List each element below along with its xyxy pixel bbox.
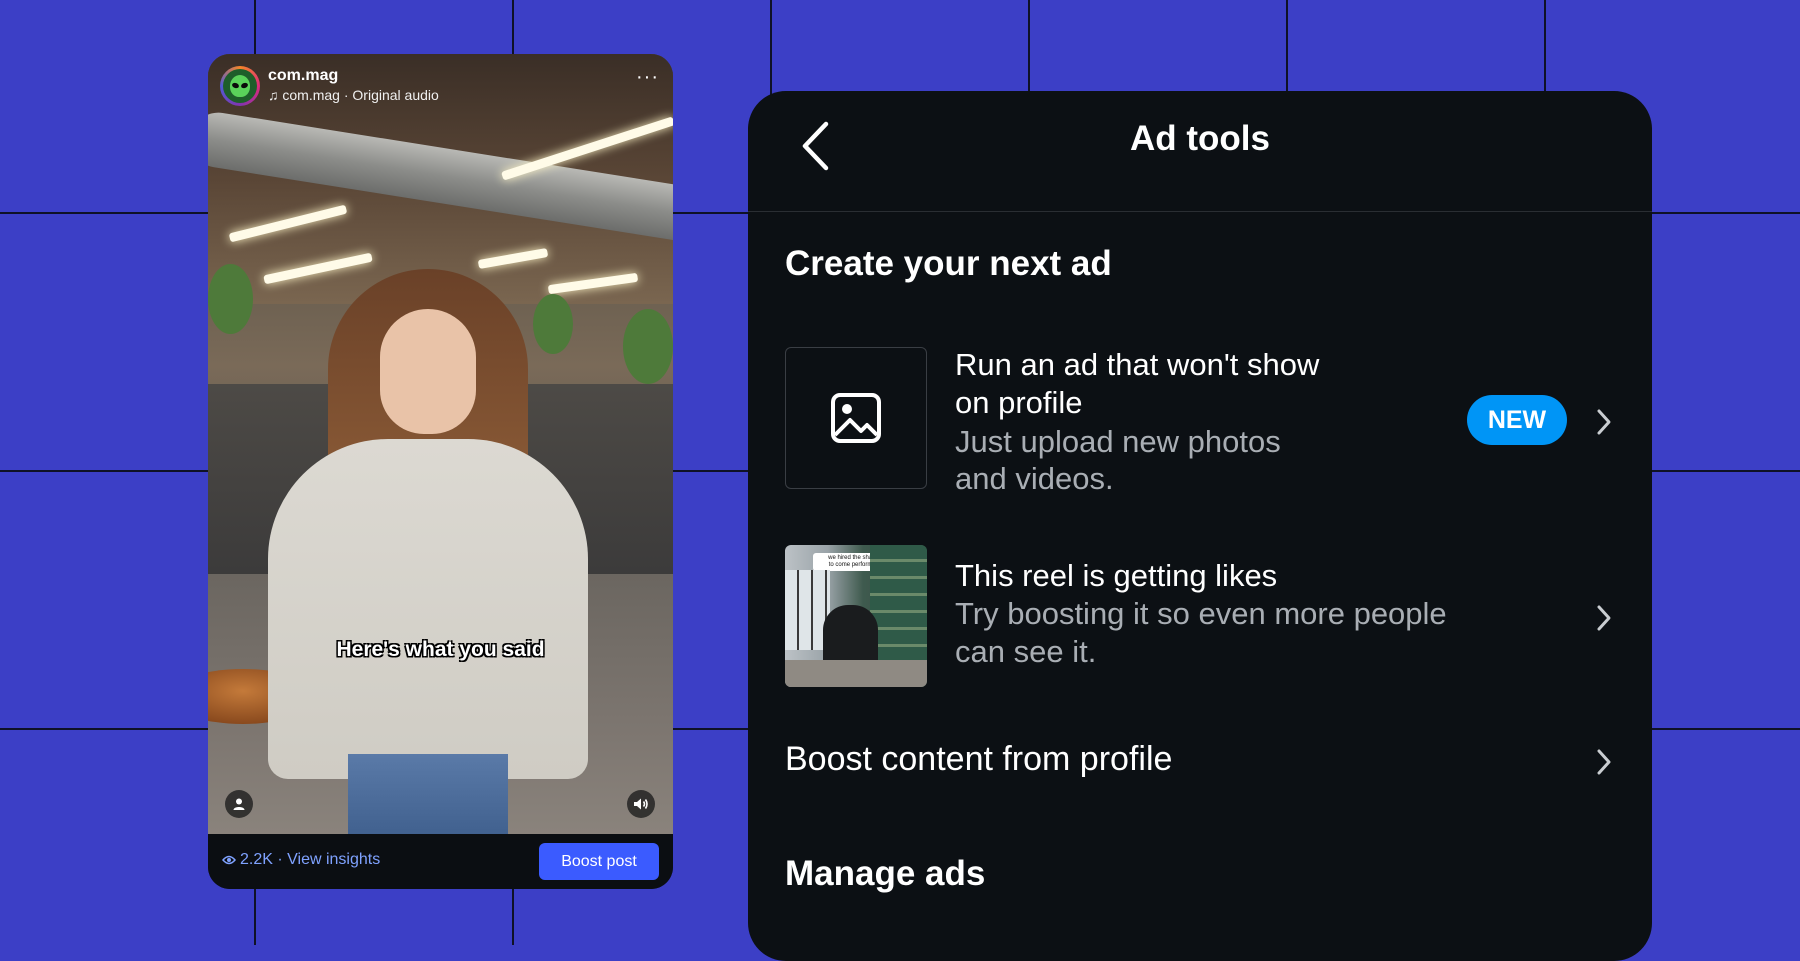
reel-footer: 2.2K · View insights Boost post: [208, 834, 673, 889]
chevron-right-icon: [1597, 409, 1611, 435]
person-icon: [233, 798, 245, 810]
more-options-icon[interactable]: ···: [636, 66, 659, 89]
chevron-right-icon: [1597, 749, 1611, 775]
reel-audio-label: com.mag · Original audio: [282, 87, 439, 103]
reel-thumbnail: we hired the shadow baddies to come perf…: [785, 545, 927, 687]
page-title: Ad tools: [1130, 119, 1270, 158]
ad-tools-header: Ad tools: [748, 91, 1652, 212]
manage-ads-heading: Manage ads: [785, 854, 986, 893]
video-person-sweater: [268, 439, 588, 779]
row-subtitle: Just upload new photos: [955, 424, 1281, 459]
views-insights-label: 2.2K · View insights: [240, 851, 381, 868]
reel-caption: Here's what you said: [336, 638, 545, 661]
row-subtitle-continued: can see it.: [955, 634, 1097, 669]
video-plant: [533, 294, 573, 354]
ad-tools-panel: Ad tools Create your next ad Run an ad t…: [748, 91, 1652, 961]
boost-post-button[interactable]: Boost post: [539, 843, 659, 880]
reel-getting-likes-row[interactable]: we hired the shadow baddies to come perf…: [748, 545, 1652, 690]
sound-button[interactable]: [627, 790, 655, 818]
tagged-people-button[interactable]: [225, 790, 253, 818]
row-thumbnail: [785, 347, 927, 489]
reel-card[interactable]: com.mag ♫ com.mag · Original audio ··· H…: [208, 54, 673, 889]
avatar-inner: [223, 69, 257, 103]
image-icon: [831, 393, 881, 443]
reel-audio[interactable]: ♫ com.mag · Original audio: [268, 87, 439, 103]
new-badge: NEW: [1467, 395, 1567, 445]
music-note-icon: ♫: [268, 87, 279, 103]
alien-icon: [230, 75, 250, 97]
row-subtitle: Try boosting it so even more people: [955, 596, 1447, 631]
reel-username[interactable]: com.mag: [268, 67, 338, 85]
reel-avatar[interactable]: [220, 66, 260, 106]
row-title: This reel is getting likes: [955, 558, 1278, 593]
row-subtitle-continued: and videos.: [955, 461, 1114, 496]
run-ad-not-on-profile-row[interactable]: Run an ad that won't show on profile Jus…: [748, 347, 1652, 497]
reel-video[interactable]: com.mag ♫ com.mag · Original audio ··· H…: [208, 54, 673, 834]
row-title: Run an ad that won't show: [955, 347, 1320, 382]
boost-content-row[interactable]: Boost content from profile: [748, 725, 1652, 805]
boost-content-label: Boost content from profile: [785, 740, 1173, 778]
thumbnail-floor: [785, 660, 927, 687]
speaker-icon: [634, 798, 648, 810]
eye-icon: [222, 855, 236, 865]
video-person-jeans: [348, 754, 508, 834]
view-insights-link[interactable]: 2.2K · View insights: [222, 851, 380, 869]
chevron-right-icon: [1597, 605, 1611, 631]
video-plant: [208, 264, 253, 334]
video-plant: [623, 309, 673, 384]
create-ad-heading: Create your next ad: [785, 244, 1112, 283]
row-title-continued: on profile: [955, 385, 1083, 420]
video-person-face: [380, 309, 476, 434]
